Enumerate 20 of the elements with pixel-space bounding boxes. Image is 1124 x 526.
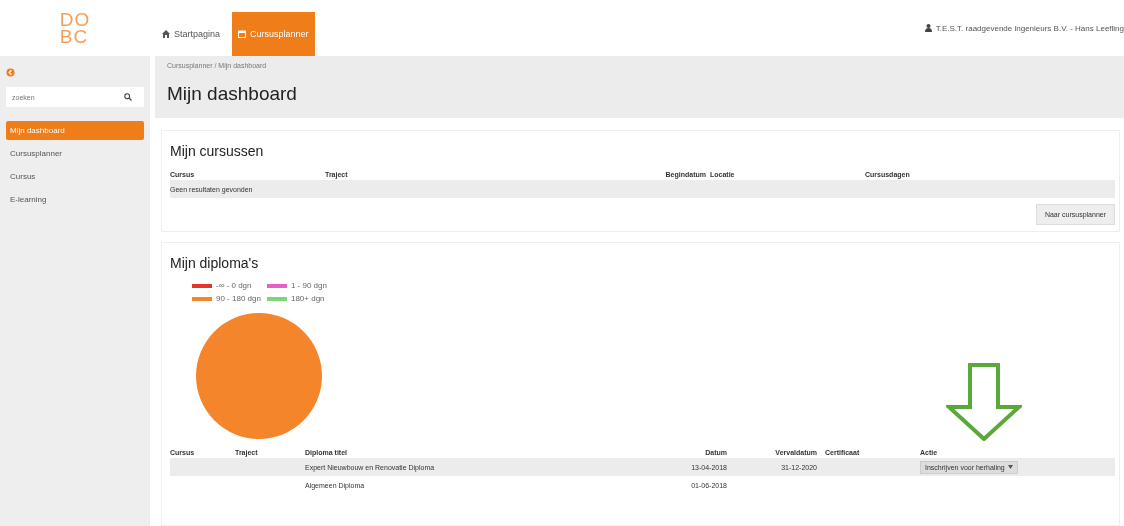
sidebar-item[interactable]: Cursusplanner xyxy=(6,144,144,163)
calendar-icon xyxy=(238,30,247,38)
section-title: Mijn diploma's xyxy=(170,255,260,271)
arrow-icon xyxy=(946,363,1022,441)
legend-label: 1 - 90 dgn xyxy=(290,281,327,290)
legend-label: -∞ - 0 dgn xyxy=(216,281,252,290)
user-name[interactable]: T.E.S.T. raadgevende ingenieurs B.V. - Hans Leefling xyxy=(935,23,1124,33)
section-title: Mijn cursussen xyxy=(170,143,265,159)
page-title: Mijn dashboard xyxy=(167,83,298,105)
user-icon xyxy=(924,24,932,32)
sidebar-item[interactable]: E-learning xyxy=(6,190,144,209)
caret-icon xyxy=(1007,465,1013,469)
legend-label: 90 - 180 dgn xyxy=(216,294,261,303)
home-icon xyxy=(162,30,170,38)
collapse-icon[interactable] xyxy=(6,68,15,77)
nav-tab[interactable]: Startpagina xyxy=(156,12,227,56)
logo: DO BC xyxy=(59,11,91,45)
legend-label: 180+ dgn xyxy=(290,294,325,303)
sidebar-item[interactable]: Cursus xyxy=(6,167,144,186)
search-icon[interactable] xyxy=(124,93,132,101)
